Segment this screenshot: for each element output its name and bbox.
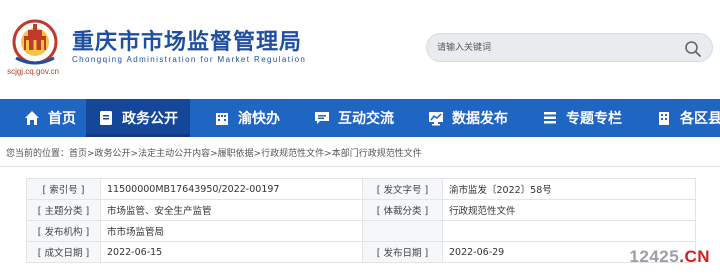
watermark: 12425.CN — [629, 247, 710, 267]
table-row: [ 主题分类 ] 市场监管、安全生产监管 [ 体裁分类 ] 行政规范性文件 — [26, 199, 696, 221]
label-topic: [ 主题分类 ] — [26, 199, 101, 221]
empty-cell — [362, 220, 443, 242]
monitor-chart-icon — [429, 112, 443, 126]
home-icon — [25, 111, 39, 125]
nav-item-label: 渝快办 — [238, 111, 280, 127]
value-publisher: 市市场监管局 — [100, 220, 363, 242]
search-box — [426, 33, 713, 62]
site-title[interactable]: 重庆市市场监督管理局 — [72, 24, 302, 56]
nav-item-special-topics[interactable]: 专题专栏 — [518, 99, 632, 137]
building-icon — [659, 112, 669, 125]
nav-item-interaction[interactable]: 互动交流 — [290, 99, 404, 137]
label-index-number: [ 索引号 ] — [26, 178, 101, 200]
label-document-number: [ 发文字号 ] — [362, 178, 443, 200]
empty-cell — [442, 220, 696, 242]
table-row: [ 索引号 ] 11500000MB17643950/2022-00197 [ … — [26, 178, 696, 200]
document-icon — [100, 111, 112, 125]
table-row: [ 发布机构 ] 市市场监管局 — [26, 220, 696, 242]
search-input[interactable] — [437, 40, 677, 56]
watermark-number: 12425 — [629, 247, 680, 266]
nav-item-government-affairs[interactable]: 政务公开 — [86, 99, 190, 137]
divider — [0, 166, 720, 167]
nav-item-data-release[interactable]: 数据发布 — [404, 99, 518, 137]
nav-item-yukuaiban[interactable]: 渝快办 — [190, 99, 290, 137]
site-header: scjgj.cq.gov.cn 重庆市市场监督管理局 Chongqing Adm… — [0, 0, 720, 93]
list-icon — [544, 112, 556, 124]
watermark-suffix: CN — [684, 247, 710, 266]
nav-item-label: 政务公开 — [122, 111, 178, 127]
label-genre: [ 体裁分类 ] — [362, 199, 443, 221]
nav-item-label: 数据发布 — [452, 111, 508, 127]
nav-item-label: 各区县局 — [680, 111, 720, 127]
breadcrumb: 您当前的位置：首页>政务公开>法定主动公开内容>履职依据>行政规范性文件>本部门… — [6, 146, 422, 159]
nav-item-label: 互动交流 — [338, 111, 394, 127]
value-written-date: 2022-06-15 — [100, 241, 363, 263]
site-subtitle: Chongqing Administration for Market Regu… — [72, 55, 307, 64]
breadcrumb-prefix: 您当前的位置： — [6, 149, 70, 159]
value-index-number: 11500000MB17643950/2022-00197 — [100, 178, 363, 200]
table-row: [ 成文日期 ] 2022-06-15 [ 发布日期 ] 2022-06-29 — [26, 241, 696, 263]
building-icon — [216, 113, 228, 125]
site-domain: scjgj.cq.gov.cn — [7, 67, 59, 76]
label-written-date: [ 成文日期 ] — [26, 241, 101, 263]
nav-item-district-bureaus[interactable]: 各区县局 — [632, 99, 720, 137]
nav-item-home[interactable]: 首页 — [0, 99, 86, 137]
search-icon[interactable] — [684, 40, 702, 58]
nav-item-label: 首页 — [48, 111, 76, 127]
value-topic: 市场监管、安全生产监管 — [100, 199, 363, 221]
label-publisher: [ 发布机构 ] — [26, 220, 101, 242]
breadcrumb-path[interactable]: 首页>政务公开>法定主动公开内容>履职依据>行政规范性文件>本部门行政规范性文件 — [69, 149, 422, 159]
value-document-number: 渝市监发〔2022〕58号 — [442, 178, 696, 200]
chat-icon — [315, 112, 329, 124]
label-publish-date: [ 发布日期 ] — [362, 241, 443, 263]
nav-item-label: 专题专栏 — [566, 111, 622, 127]
main-nav: 首页 政务公开 渝快办 互动交流 数据发布 专题专栏 各区县局 — [0, 99, 720, 137]
value-genre: 行政规范性文件 — [442, 199, 696, 221]
document-info-table: [ 索引号 ] 11500000MB17643950/2022-00197 [ … — [26, 178, 696, 263]
